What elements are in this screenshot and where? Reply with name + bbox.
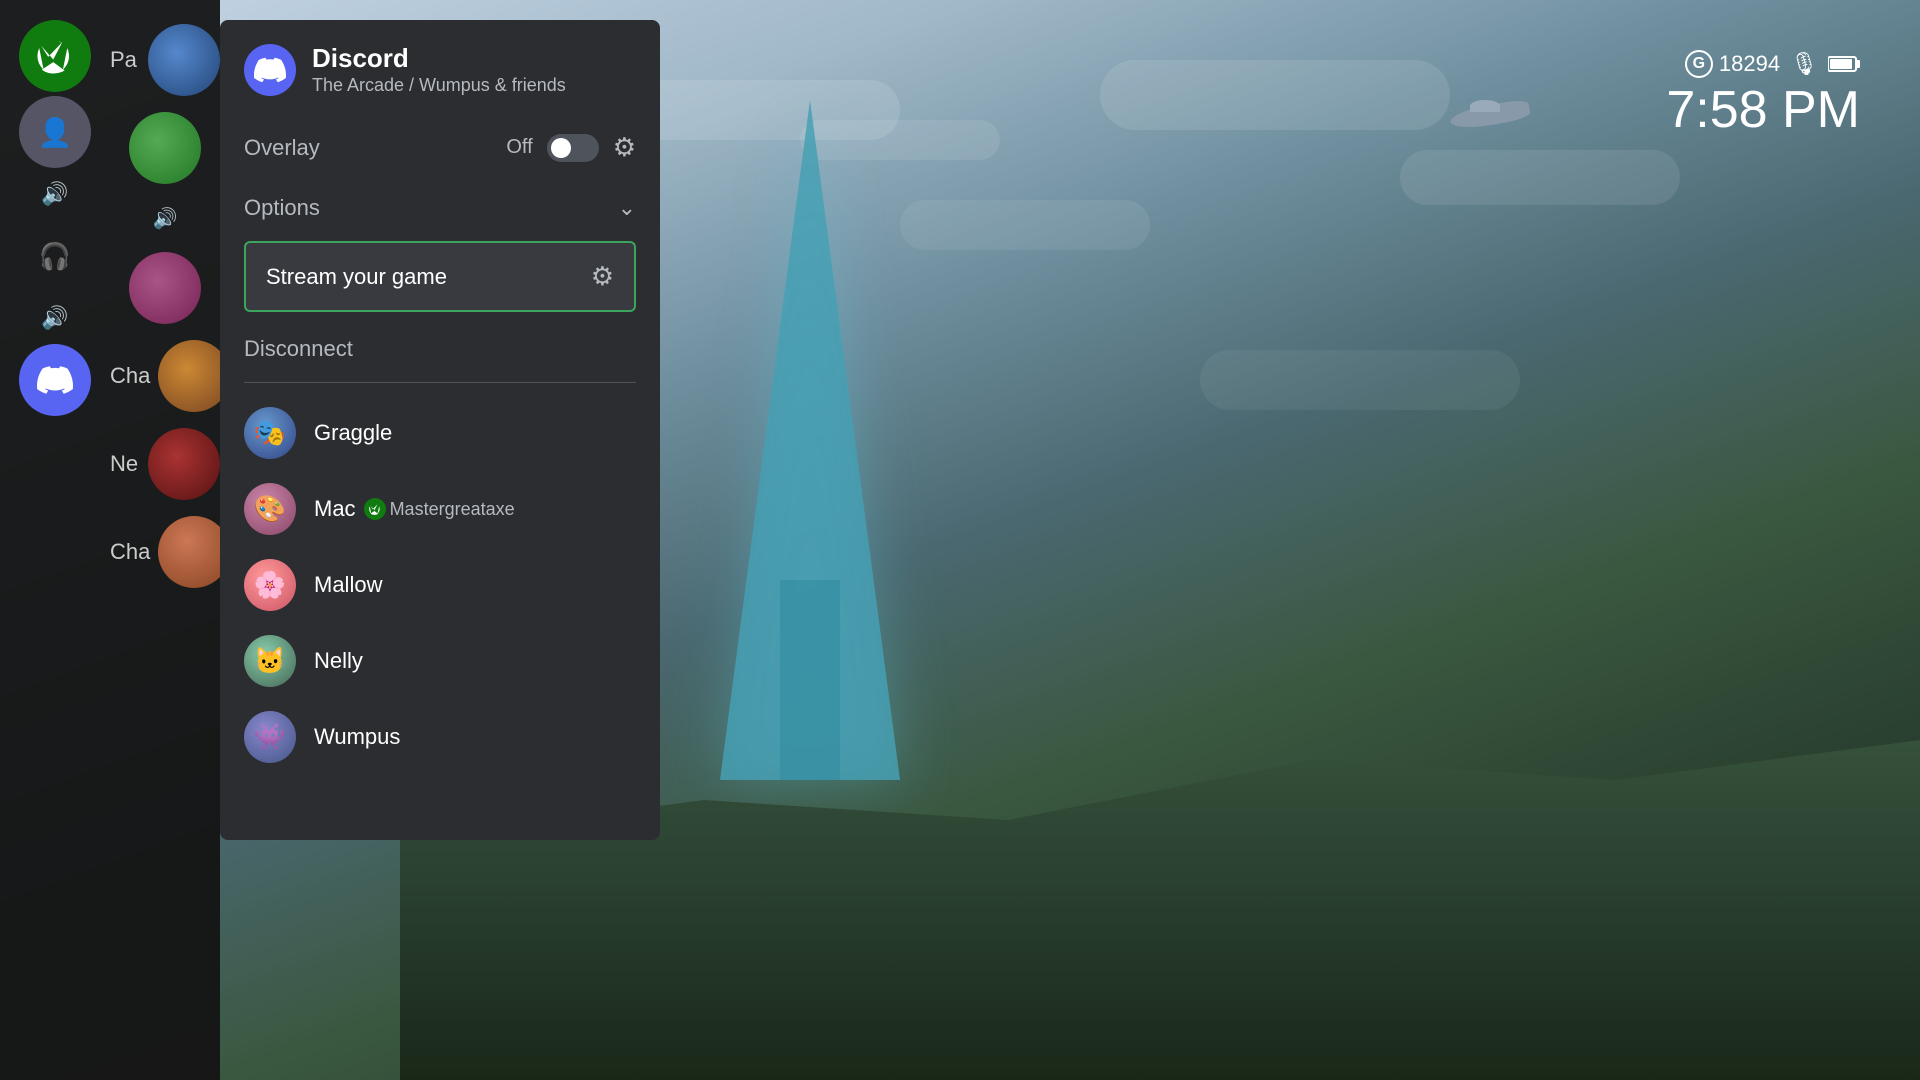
spaceship: [1450, 100, 1540, 135]
xbox-small-icon: [368, 502, 382, 516]
overlay-row: Overlay Off ⚙: [244, 116, 636, 179]
overlay-state: Off: [506, 136, 532, 159]
member-item-nelly[interactable]: Nelly: [244, 623, 636, 699]
member-info-nelly: Nelly: [314, 648, 363, 674]
member-name-nelly: Nelly: [314, 648, 363, 674]
overlay-state-text: Off: [506, 136, 532, 159]
sidebar-avatar-column: Pa 🔊 Cha Ne Cha: [110, 0, 220, 1080]
discord-logo-icon: [254, 54, 286, 86]
sidebar-item-profile[interactable]: 👤: [19, 96, 91, 168]
sidebar-volume-icon: 🔊: [19, 172, 91, 216]
sidebar-label-cha1: Cha: [110, 363, 150, 389]
cloud-3: [1100, 60, 1450, 130]
microphone-icon: 🎙: [1790, 51, 1818, 77]
sidebar-row-cha2: Cha: [110, 512, 220, 592]
options-chevron-icon: ⌄: [618, 195, 636, 221]
member-avatar-nelly: [244, 635, 296, 687]
overlay-controls: Off ⚙: [506, 132, 636, 163]
sidebar-icon-column: 👤 🔊 🎧 🔊: [0, 0, 110, 1080]
battery-icon: [1828, 55, 1860, 73]
member-info-graggle: Graggle: [314, 420, 392, 446]
member-info-mac: Mac Mastergreataxe: [314, 496, 515, 522]
overlay-toggle[interactable]: [547, 134, 599, 162]
sidebar-avatar-2: [129, 112, 201, 184]
xbox-icon: [34, 35, 76, 77]
sidebar-row-2: [110, 108, 220, 188]
discord-header: Discord The Arcade / Wumpus & friends: [220, 20, 660, 116]
discord-app-title: Discord: [312, 44, 636, 73]
member-xbox-badge-mac: Mastergreataxe: [364, 498, 515, 520]
stream-game-label: Stream your game: [266, 264, 447, 290]
member-avatar-mallow: [244, 559, 296, 611]
stream-game-button[interactable]: Stream your game ⚙: [244, 241, 636, 312]
status-icons: G 18294 🎙: [1666, 50, 1860, 78]
member-name-mallow: Mallow: [314, 572, 382, 598]
battery-svg: [1828, 55, 1860, 73]
sidebar-item-discord[interactable]: [19, 344, 91, 416]
disconnect-row[interactable]: Disconnect: [244, 316, 636, 378]
member-info-mallow: Mallow: [314, 572, 382, 598]
member-avatar-mac: [244, 483, 296, 535]
member-gamertag-mac: Mastergreataxe: [390, 499, 515, 520]
clock-display: 7:58 PM: [1666, 84, 1860, 136]
sidebar-row-vol: 🔊: [110, 196, 220, 240]
sidebar-label-cha2: Cha: [110, 539, 150, 565]
status-bar: G 18294 🎙 7:58 PM: [1666, 50, 1860, 136]
discord-logo: [244, 44, 296, 96]
sidebar-avatar-pa: [148, 24, 220, 96]
member-item-wumpus[interactable]: Wumpus: [244, 699, 636, 775]
xbox-badge-icon-mac: [364, 498, 386, 520]
sidebar-row-ne: Ne: [110, 424, 220, 504]
sidebar-row-4: [110, 248, 220, 328]
cloud-5: [1400, 150, 1680, 205]
discord-small-icon: [37, 362, 73, 398]
xbox-sidebar: 👤 🔊 🎧 🔊 Pa: [0, 0, 220, 1080]
gamepass-letter-icon: G: [1685, 50, 1713, 78]
member-info-wumpus: Wumpus: [314, 724, 400, 750]
gamepass-count: 18294: [1719, 51, 1780, 77]
sidebar-item-xbox[interactable]: [19, 20, 91, 92]
cloud-4: [900, 200, 1150, 250]
member-name-wumpus: Wumpus: [314, 724, 400, 750]
member-name-graggle: Graggle: [314, 420, 392, 446]
member-item-mallow[interactable]: Mallow: [244, 547, 636, 623]
overlay-label: Overlay: [244, 135, 320, 161]
member-item-mac[interactable]: Mac Mastergreataxe: [244, 471, 636, 547]
sidebar-row-pa: Pa: [110, 20, 220, 100]
discord-channel-subtitle: The Arcade / Wumpus & friends: [312, 75, 636, 96]
member-avatar-wumpus: [244, 711, 296, 763]
discord-panel: Discord The Arcade / Wumpus & friends Ov…: [220, 20, 660, 840]
sidebar-item-audio[interactable]: 🎧: [19, 220, 91, 292]
member-avatar-graggle: [244, 407, 296, 459]
stream-settings-gear[interactable]: ⚙: [591, 261, 614, 292]
tower-landmark: [700, 0, 920, 780]
sidebar-row-cha1: Cha: [110, 336, 220, 416]
options-label: Options: [244, 195, 320, 221]
discord-content: Overlay Off ⚙ Options ⌄ Stream your game…: [220, 116, 660, 840]
sidebar-avatar-ne: [148, 428, 220, 500]
sidebar-avatar-3: [129, 252, 201, 324]
overlay-settings-gear[interactable]: ⚙: [613, 132, 636, 163]
sidebar-label-ne: Ne: [110, 451, 140, 477]
gamepass-indicator: G 18294: [1685, 50, 1780, 78]
sidebar-label-pa: Pa: [110, 47, 140, 73]
member-list-divider: [244, 382, 636, 383]
disconnect-label: Disconnect: [244, 336, 353, 361]
options-row[interactable]: Options ⌄: [244, 179, 636, 237]
discord-title-area: Discord The Arcade / Wumpus & friends: [312, 44, 636, 96]
cloud-6: [1200, 350, 1520, 410]
sidebar-volume-icon-2: 🔊: [19, 296, 91, 340]
member-item-graggle[interactable]: Graggle: [244, 395, 636, 471]
member-name-mac: Mac: [314, 496, 356, 522]
